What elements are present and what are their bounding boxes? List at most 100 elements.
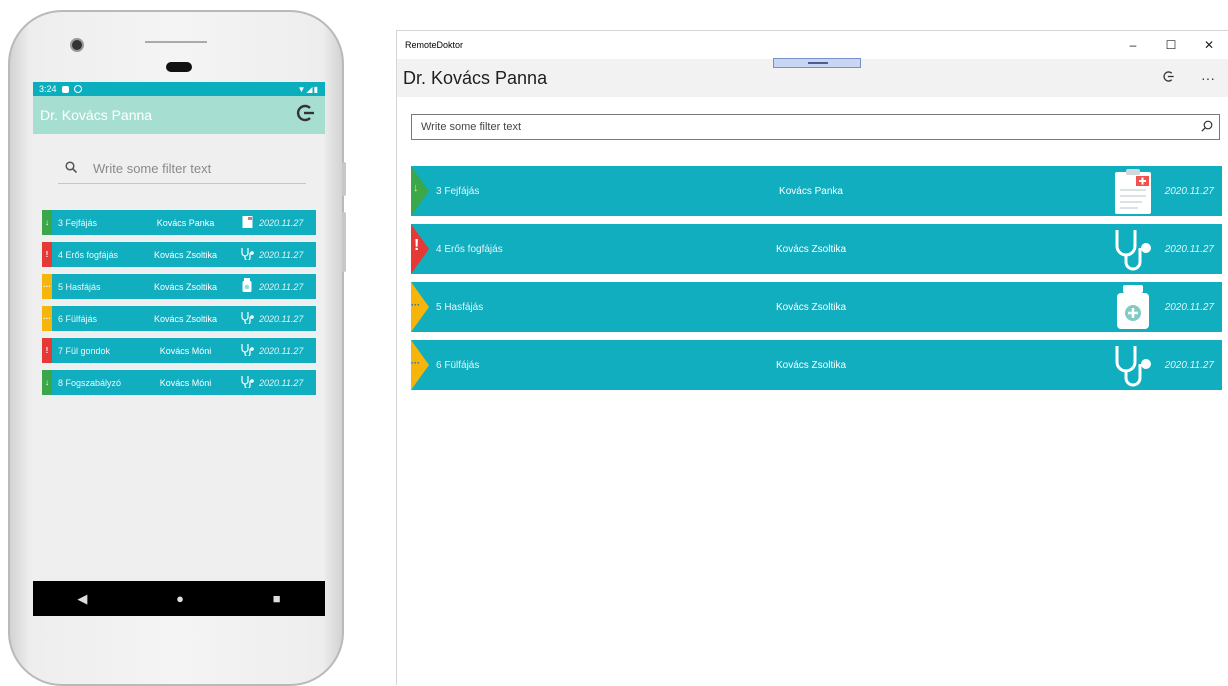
list-item[interactable]: ··· 6 Fülfájás Kovács Zsoltika 2020.11.2… — [411, 340, 1222, 390]
earpiece — [166, 62, 192, 72]
window-title-bar[interactable]: RemoteDoktor – ☐ ✕ — [397, 31, 1228, 59]
patient-name: Kovács Zsoltika — [775, 359, 847, 371]
back-icon[interactable]: ◀ — [77, 591, 87, 607]
list-item[interactable]: ! 7 Fül gondok Kovács Móni 2020.11.27 — [42, 338, 316, 363]
list-item[interactable]: ↓ 3 Fejfájás Kovács Panka 2020.11.27 — [42, 210, 316, 235]
complaint-title: 5 Hasfájás — [436, 301, 484, 313]
stethoscope-icon — [239, 311, 255, 327]
complaint-date: 2020.11.27 — [1164, 359, 1214, 371]
search-icon[interactable] — [1201, 120, 1213, 135]
list-item[interactable]: ··· 6 Fülfájás Kovács Zsoltika 2020.11.2… — [42, 306, 316, 331]
list-item[interactable]: ··· 5 Hasfájás Kovács Zsoltika 2020.11.2… — [42, 274, 316, 299]
priority-pending-icon: ··· — [411, 340, 429, 390]
maximize-icon[interactable]: ☐ — [1152, 31, 1190, 59]
logout-icon-glyph — [296, 104, 314, 122]
android-screen: 3:24 ▼◢▮ Dr. Kovács Panna Write some fil… — [33, 82, 325, 616]
complaint-date: 2020.11.27 — [259, 377, 304, 388]
patient-name: Kovács Panka — [156, 217, 215, 228]
speaker-grille — [145, 41, 207, 43]
complaint-title: 6 Fülfájás — [436, 359, 480, 371]
patient-name: Kovács Zsoltika — [153, 313, 218, 324]
more-options-icon[interactable]: ··· — [1188, 70, 1228, 86]
stethoscope-icon — [239, 375, 255, 391]
list-item[interactable]: ··· 5 Hasfájás Kovács Zsoltika 2020.11.2… — [411, 282, 1222, 332]
complaint-title: 6 Fülfájás — [58, 313, 98, 324]
clipboard-icon — [1112, 168, 1154, 214]
priority-pending-icon: ··· — [42, 306, 52, 331]
priority-urgent-icon: ! — [42, 338, 52, 363]
priority-pending-icon: ··· — [411, 282, 429, 332]
search-input[interactable]: Write some filter text — [411, 114, 1220, 140]
android-phone-frame: 3:24 ▼◢▮ Dr. Kovács Panna Write some fil… — [8, 10, 346, 686]
priority-low-icon: ↓ — [42, 370, 52, 395]
patient-name: Kovács Zsoltika — [775, 301, 847, 313]
list-item[interactable]: ↓ 3 Fejfájás Kovács Panka 2020.11.27 — [411, 166, 1222, 216]
complaint-date: 2020.11.27 — [1164, 243, 1214, 255]
priority-low-icon: ↓ — [411, 166, 429, 216]
patient-name: Kovács Zsoltika — [775, 243, 847, 255]
priority-low-icon: ↓ — [42, 210, 52, 235]
complaint-title: 3 Fejfájás — [58, 217, 98, 228]
search-input[interactable]: Write some filter text — [58, 153, 306, 184]
home-icon[interactable]: ● — [176, 591, 184, 606]
priority-urgent-icon: ! — [411, 224, 429, 274]
list-item[interactable]: ! 4 Erős fogfájás Kovács Zsoltika 2020.1… — [411, 224, 1222, 274]
search-placeholder: Write some filter text — [421, 121, 522, 133]
complaint-date: 2020.11.27 — [259, 249, 304, 260]
patient-name: Kovács Zsoltika — [153, 249, 218, 260]
complaint-title: 7 Fül gondok — [58, 345, 111, 356]
minimize-icon[interactable]: – — [1114, 31, 1152, 59]
android-nav-bar: ◀ ● ■ — [33, 581, 325, 616]
complaint-date: 2020.11.27 — [1164, 185, 1214, 197]
priority-urgent-icon: ! — [42, 242, 52, 267]
complaint-date: 2020.11.27 — [259, 345, 304, 356]
android-app-bar: Dr. Kovács Panna — [33, 96, 325, 134]
page-title: Dr. Kovács Panna — [40, 107, 153, 123]
logout-icon[interactable] — [1148, 70, 1188, 86]
priority-symbol: ··· — [411, 300, 420, 310]
complaint-title: 3 Fejfájás — [436, 185, 480, 197]
list-item[interactable]: ↓ 8 Fogszabályzó Kovács Móni 2020.11.27 — [42, 370, 316, 395]
priority-symbol: ··· — [411, 358, 420, 368]
priority-symbol: ! — [414, 237, 420, 254]
complaint-list: ↓ 3 Fejfájás Kovács Panka 2020.11.27 ! 4… — [42, 210, 316, 402]
medicine-bottle-icon — [1112, 284, 1154, 330]
clipboard-icon — [239, 215, 255, 231]
phone-volume-button — [342, 212, 346, 272]
stethoscope-icon — [239, 343, 255, 359]
page-title: Dr. Kovács Panna — [403, 67, 548, 88]
complaint-list: ↓ 3 Fejfájás Kovács Panka 2020.11.27 ! 4… — [411, 166, 1222, 398]
patient-name: Kovács Zsoltika — [153, 281, 218, 292]
patient-name: Kovács Móni — [159, 345, 212, 356]
sync-icon — [73, 85, 82, 93]
complaint-title: 5 Hasfájás — [58, 281, 101, 292]
recents-icon[interactable]: ■ — [273, 591, 281, 606]
complaint-title: 4 Erős fogfájás — [58, 249, 119, 260]
android-status-bar: 3:24 ▼◢▮ — [33, 82, 325, 96]
priority-pending-icon: ··· — [42, 274, 52, 299]
patient-name: Kovács Móni — [159, 377, 212, 388]
complaint-title: 4 Erős fogfájás — [436, 243, 503, 255]
medicine-bottle-icon — [239, 278, 255, 295]
phone-side-button — [342, 162, 346, 196]
complaint-date: 2020.11.27 — [259, 281, 304, 292]
front-camera — [70, 38, 84, 52]
search-placeholder: Write some filter text — [93, 160, 212, 176]
search-icon — [58, 160, 93, 176]
complaint-date: 2020.11.27 — [1164, 301, 1214, 313]
logout-icon[interactable] — [295, 103, 315, 127]
complaint-date: 2020.11.27 — [259, 313, 304, 324]
status-time: 3:24 — [39, 84, 57, 94]
drag-handle[interactable] — [773, 58, 861, 68]
sd-card-icon — [61, 85, 69, 93]
patient-name: Kovács Panka — [779, 185, 843, 197]
list-item[interactable]: ! 4 Erős fogfájás Kovács Zsoltika 2020.1… — [42, 242, 316, 267]
complaint-date: 2020.11.27 — [259, 217, 304, 228]
signal-battery-icons: ▼◢▮ — [297, 84, 319, 94]
stethoscope-icon — [1112, 342, 1154, 388]
stethoscope-icon — [1112, 226, 1154, 272]
close-icon[interactable]: ✕ — [1190, 31, 1228, 59]
window-app-name: RemoteDoktor — [405, 40, 464, 50]
desktop-window: RemoteDoktor – ☐ ✕ Dr. Kovács Panna ··· … — [396, 30, 1228, 685]
stethoscope-icon — [239, 247, 255, 263]
